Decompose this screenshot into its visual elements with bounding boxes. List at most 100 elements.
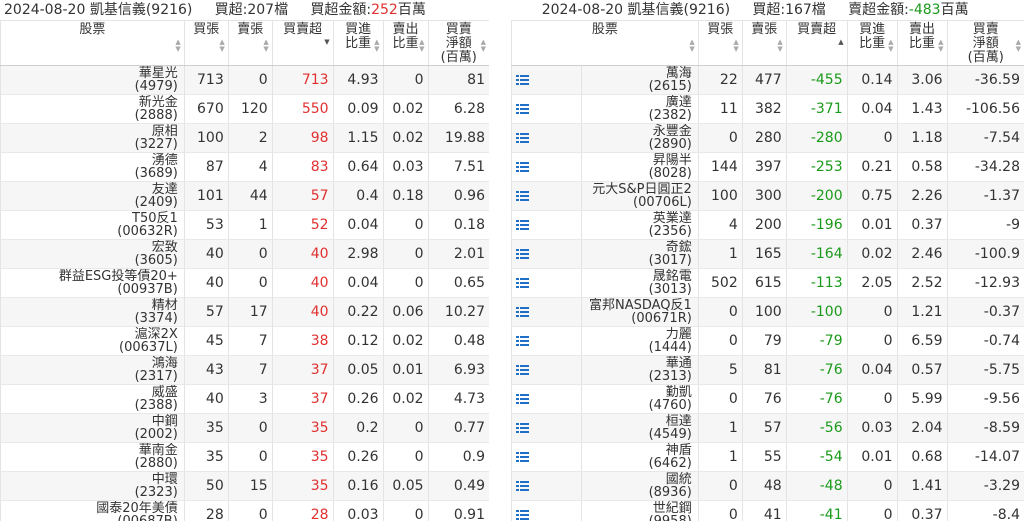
table-row[interactable]: 新光金 (2888) 670 120 550 0.09 0.02 6.28 [0, 94, 489, 124]
stock-cell[interactable]: 力麗 (1444) [580, 326, 699, 356]
stock-cell[interactable]: 廣達 (2382) [580, 94, 699, 124]
column-header-name[interactable]: 股票 ▲ ▼ [0, 20, 185, 66]
column-header-amt[interactable]: 買賣 淨額 (百萬) ▲ ▼ [427, 20, 489, 66]
column-header-buy[interactable]: 買張 ▲ ▼ [183, 20, 229, 66]
list-icon[interactable] [516, 364, 529, 376]
stock-cell[interactable]: 元大S&P日圓正2 (00706L) [580, 181, 699, 211]
table-row[interactable]: 華南金 (2880) 35 0 35 0.26 0 0.9 [0, 442, 489, 472]
sort-icon[interactable]: ▲ [838, 39, 843, 46]
list-icon[interactable] [516, 132, 529, 144]
stock-cell[interactable]: 昇陽半 (8028) [580, 152, 699, 182]
stock-cell[interactable]: 宏致 (3605) [0, 239, 185, 269]
table-row[interactable]: 鴻海 (2317) 43 7 37 0.05 0.01 6.93 [0, 355, 489, 385]
column-header-net[interactable]: 買賣超 ▲ [785, 20, 848, 66]
detail-cell[interactable] [511, 65, 582, 95]
sort-icon[interactable]: ▲ ▼ [938, 39, 943, 53]
sort-icon[interactable]: ▲ ▼ [175, 39, 180, 53]
list-icon[interactable] [516, 306, 529, 318]
sort-icon[interactable]: ▼ [324, 39, 329, 46]
stock-cell[interactable]: 精材 (3374) [0, 297, 185, 327]
table-row[interactable]: 世紀鋼(9958)041-4100.37-8.4 [511, 500, 1024, 521]
column-header-bpct[interactable]: 買進 比重 ▲ ▼ [846, 20, 898, 66]
list-icon[interactable] [516, 277, 529, 289]
stock-cell[interactable]: 奇鋐 (3017) [580, 239, 699, 269]
column-header-amt[interactable]: 買賣 淨額 (百萬) ▲ ▼ [946, 20, 1024, 66]
list-icon[interactable] [516, 480, 529, 492]
stock-cell[interactable]: T50反1 (00632R) [0, 210, 185, 240]
table-row[interactable]: 中環 (2323) 50 15 35 0.16 0.05 0.49 [0, 471, 489, 501]
detail-cell[interactable] [511, 181, 582, 211]
table-row[interactable]: 神盾 (6462) 1 55 -54 0.01 0.68 -14.07 [511, 442, 1024, 472]
list-icon[interactable] [516, 335, 529, 347]
table-row[interactable]: 桓達 (4549) 1 57 -56 0.03 2.04 -8.59 [511, 413, 1024, 443]
list-icon[interactable] [516, 103, 529, 115]
stock-cell[interactable]: 永豐金 (2890) [580, 123, 699, 153]
table-row[interactable]: 晟銘電 (3013) 502 615 -113 2.05 2.52 -12.93 [511, 268, 1024, 298]
column-header-buy[interactable]: 買張 ▲ ▼ [697, 20, 743, 66]
list-icon[interactable] [516, 422, 529, 434]
table-row[interactable]: 國統 (8936) 0 48 -48 0 1.41 -3.29 [511, 471, 1024, 501]
column-header-bpct[interactable]: 買進 比重 ▲ ▼ [332, 20, 384, 66]
column-header-sell[interactable]: 賣張 ▲ ▼ [227, 20, 273, 66]
list-icon[interactable] [516, 248, 529, 260]
detail-cell[interactable] [511, 297, 582, 327]
stock-cell[interactable]: 英業達 (2356) [580, 210, 699, 240]
column-header-sell[interactable]: 賣張 ▲ ▼ [741, 20, 787, 66]
table-row[interactable]: 國泰20年美債(00687B)280280.0300.91 [0, 500, 489, 521]
list-icon[interactable] [516, 161, 529, 173]
stock-cell[interactable]: 威盛 (2388) [0, 384, 185, 414]
table-row[interactable]: 群益ESG投等債20+ (00937B) 40 0 40 0.04 0 0.65 [0, 268, 489, 298]
stock-cell[interactable]: 鴻海 (2317) [0, 355, 185, 385]
detail-cell[interactable] [511, 123, 582, 153]
stock-cell[interactable]: 桓達 (4549) [580, 413, 699, 443]
list-icon[interactable] [516, 219, 529, 231]
stock-cell[interactable]: 華通 (2313) [580, 355, 699, 385]
stock-cell[interactable]: 中鋼 (2002) [0, 413, 185, 443]
table-row[interactable]: 奇鋐 (3017) 1 165 -164 0.02 2.46 -100.9 [511, 239, 1024, 269]
detail-cell[interactable] [511, 268, 582, 298]
sort-icon[interactable]: ▲ ▼ [219, 39, 224, 53]
stock-cell[interactable]: 中環 (2323) [0, 471, 185, 501]
table-row[interactable]: 英業達 (2356) 4 200 -196 0.01 0.37 -9 [511, 210, 1024, 240]
stock-cell[interactable]: 群益ESG投等債20+ (00937B) [0, 268, 185, 298]
table-row[interactable]: 昇陽半 (8028) 144 397 -253 0.21 0.58 -34.28 [511, 152, 1024, 182]
table-row[interactable]: 勤凱 (4760) 0 76 -76 0 5.99 -9.56 [511, 384, 1024, 414]
sort-icon[interactable]: ▲ ▼ [419, 39, 424, 53]
stock-cell[interactable]: 晟銘電 (3013) [580, 268, 699, 298]
sort-icon[interactable]: ▲ ▼ [733, 39, 738, 53]
detail-cell[interactable] [511, 384, 582, 414]
table-row[interactable]: 威盛 (2388) 40 3 37 0.26 0.02 4.73 [0, 384, 489, 414]
table-row[interactable]: 華星光 (4979) 713 0 713 4.93 0 81 [0, 65, 489, 95]
list-icon[interactable] [516, 74, 529, 86]
sort-icon[interactable]: ▲ ▼ [481, 39, 486, 53]
list-icon[interactable] [516, 393, 529, 405]
detail-cell[interactable] [511, 500, 582, 521]
stock-cell[interactable]: 華星光 (4979) [0, 65, 185, 95]
sort-icon[interactable]: ▲ ▼ [1016, 39, 1021, 53]
table-row[interactable]: 宏致 (3605) 40 0 40 2.98 0 2.01 [0, 239, 489, 269]
sort-icon[interactable]: ▲ ▼ [888, 39, 893, 53]
list-icon[interactable] [516, 190, 529, 202]
table-row[interactable]: 友達 (2409) 101 44 57 0.4 0.18 0.96 [0, 181, 489, 211]
table-row[interactable]: 元大S&P日圓正2 (00706L) 100 300 -200 0.75 2.26 -1.37 [511, 181, 1024, 211]
sort-icon[interactable]: ▲ ▼ [263, 39, 268, 53]
table-row[interactable]: 原相 (3227) 100 2 98 1.15 0.02 19.88 [0, 123, 489, 153]
stock-cell[interactable]: 國統 (8936) [580, 471, 699, 501]
table-row[interactable]: 湧德 (3689) 87 4 83 0.64 0.03 7.51 [0, 152, 489, 182]
stock-cell[interactable]: 友達 (2409) [0, 181, 185, 211]
list-icon[interactable] [516, 509, 529, 521]
stock-cell[interactable]: 滬深2X (00637L) [0, 326, 185, 356]
detail-cell[interactable] [511, 326, 582, 356]
stock-cell[interactable]: 華南金 (2880) [0, 442, 185, 472]
sort-icon[interactable]: ▲ ▼ [689, 39, 694, 53]
column-header-name[interactable]: 股票 ▲ ▼ [511, 20, 699, 66]
detail-cell[interactable] [511, 355, 582, 385]
stock-cell[interactable]: 勤凱 (4760) [580, 384, 699, 414]
detail-cell[interactable] [511, 442, 582, 472]
detail-cell[interactable] [511, 152, 582, 182]
table-row[interactable]: 滬深2X (00637L) 45 7 38 0.12 0.02 0.48 [0, 326, 489, 356]
stock-cell[interactable]: 新光金 (2888) [0, 94, 185, 124]
stock-cell[interactable]: 世紀鋼(9958) [580, 500, 699, 521]
column-header-spct[interactable]: 賣出 比重 ▲ ▼ [896, 20, 948, 66]
detail-cell[interactable] [511, 239, 582, 269]
